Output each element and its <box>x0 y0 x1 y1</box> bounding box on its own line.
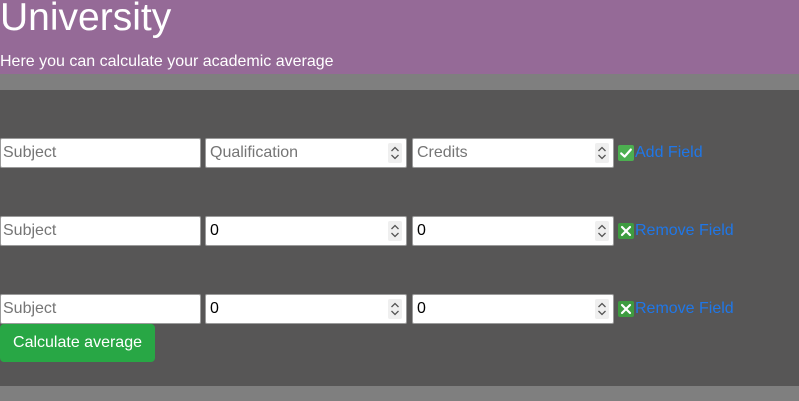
credits-stepper[interactable] <box>595 299 609 319</box>
stepper-arrows-icon <box>391 224 399 238</box>
qualification-input[interactable] <box>205 138 407 168</box>
qualification-input[interactable] <box>205 294 407 324</box>
remove-field-link[interactable]: Remove Field <box>618 294 734 324</box>
credits-input[interactable] <box>412 138 614 168</box>
credits-stepper[interactable] <box>595 143 609 163</box>
qualification-stepper[interactable] <box>388 143 402 163</box>
qualification-field <box>205 138 407 168</box>
bottom-divider-band <box>0 386 799 401</box>
remove-field-link[interactable]: Remove Field <box>618 216 734 246</box>
credits-field <box>412 294 614 324</box>
qualification-stepper[interactable] <box>388 221 402 241</box>
qualification-stepper[interactable] <box>388 299 402 319</box>
credits-field <box>412 138 614 168</box>
page-header: University Here you can calculate your a… <box>0 0 799 74</box>
grade-row: Remove Field <box>0 216 799 246</box>
page-subtitle: Here you can calculate your academic ave… <box>0 53 334 70</box>
credits-field <box>412 216 614 246</box>
credits-input[interactable] <box>412 294 614 324</box>
qualification-field <box>205 294 407 324</box>
cross-icon <box>618 223 634 239</box>
stepper-arrows-icon <box>391 146 399 160</box>
stepper-arrows-icon <box>598 146 606 160</box>
stepper-arrows-icon <box>598 302 606 316</box>
credits-stepper[interactable] <box>595 221 609 241</box>
page-title: University <box>0 0 172 39</box>
cross-icon <box>618 301 634 317</box>
stepper-arrows-icon <box>391 302 399 316</box>
subject-input[interactable] <box>0 138 201 168</box>
qualification-field <box>205 216 407 246</box>
check-icon <box>618 145 634 161</box>
remove-field-label: Remove Field <box>635 300 734 317</box>
add-field-label: Add Field <box>635 144 703 161</box>
calculate-average-button[interactable]: Calculate average <box>0 324 155 362</box>
stepper-arrows-icon <box>598 224 606 238</box>
grade-row: Add Field <box>0 138 799 168</box>
subject-input[interactable] <box>0 216 201 246</box>
subject-input[interactable] <box>0 294 201 324</box>
credits-input[interactable] <box>412 216 614 246</box>
top-divider-band <box>0 74 799 90</box>
remove-field-label: Remove Field <box>635 222 734 239</box>
qualification-input[interactable] <box>205 216 407 246</box>
add-field-link[interactable]: Add Field <box>618 138 703 168</box>
grade-row: Remove Field <box>0 294 799 324</box>
